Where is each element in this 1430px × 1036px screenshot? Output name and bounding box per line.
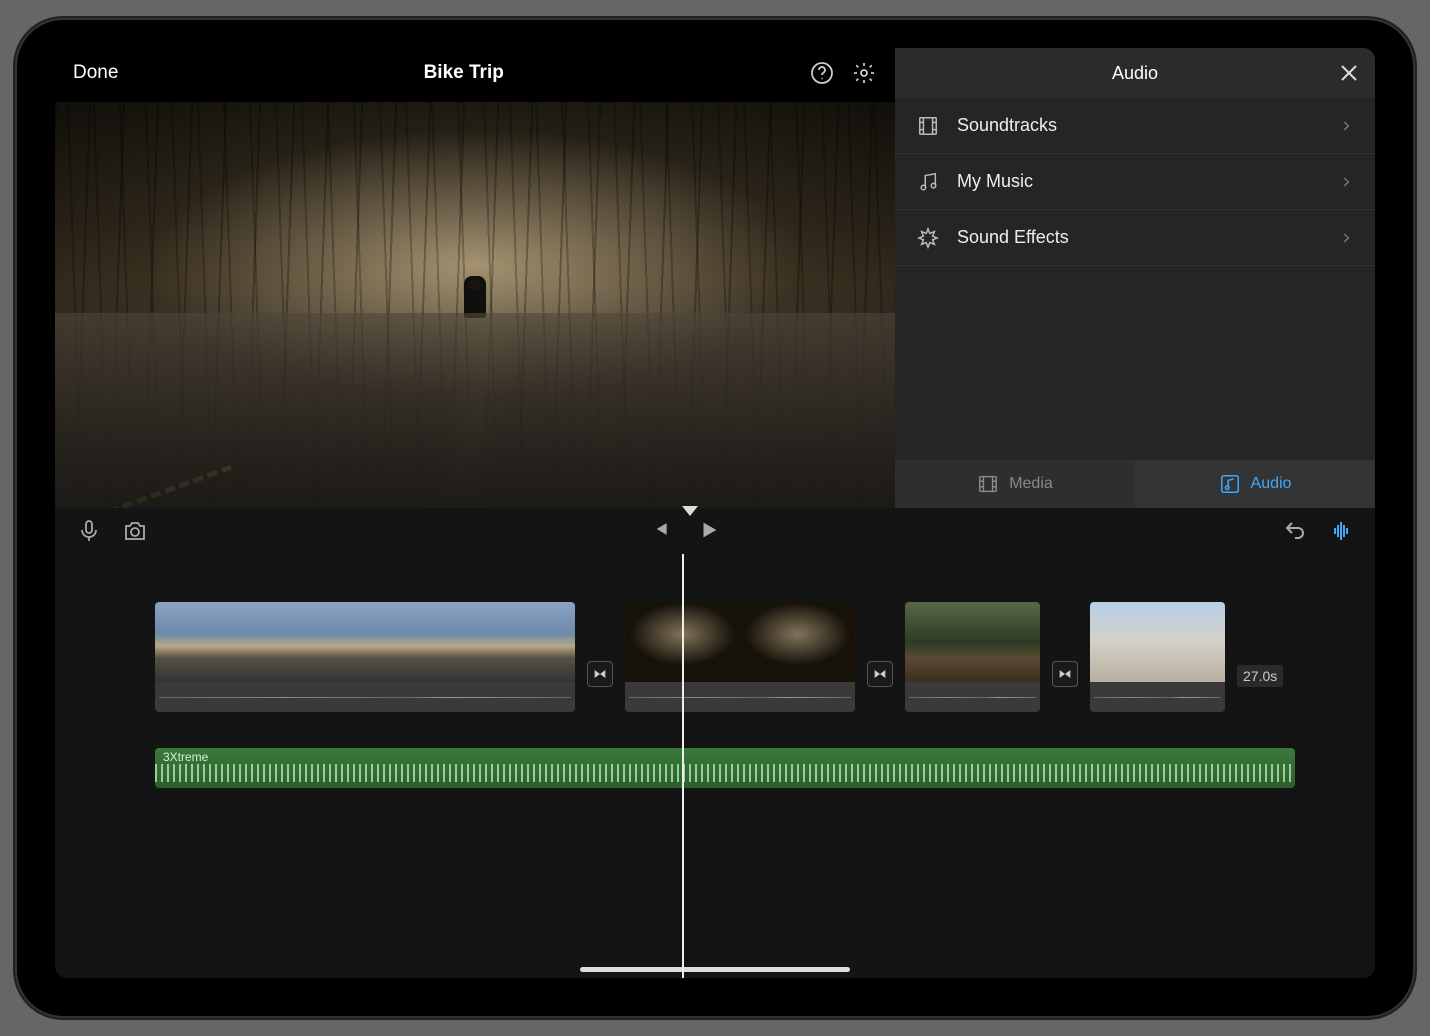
clip-waveform (625, 682, 855, 712)
chevron-right-icon (1339, 119, 1353, 133)
preview-road-marking (108, 465, 232, 508)
waveform-icon[interactable] (1329, 519, 1353, 543)
chevron-right-icon (1339, 231, 1353, 245)
camera-icon[interactable] (123, 519, 147, 543)
tab-audio[interactable]: Audio (1135, 460, 1375, 508)
clip-waveform (155, 682, 575, 712)
timeline[interactable]: 27.0s 3Xtreme (55, 554, 1375, 978)
audio-row-sound-effects[interactable]: Sound Effects (895, 210, 1375, 266)
audio-row-soundtracks[interactable]: Soundtracks (895, 98, 1375, 154)
audio-panel: Audio Soundtracks (895, 48, 1375, 508)
tab-media[interactable]: Media (895, 460, 1135, 508)
audio-track-name: 3Xtreme (163, 750, 208, 764)
ipad-frame: Done Bike Trip Audio (15, 18, 1415, 1018)
video-clip-1[interactable] (155, 602, 575, 712)
clip-waveform (905, 682, 1040, 712)
skip-back-icon[interactable] (650, 519, 674, 543)
done-button[interactable]: Done (73, 62, 118, 84)
preview-subject (464, 276, 486, 318)
chevron-right-icon (1339, 175, 1353, 189)
upper-pane: Done Bike Trip Audio (55, 48, 1375, 508)
playback-controls (650, 519, 722, 543)
home-indicator[interactable] (580, 967, 850, 972)
transition-icon[interactable] (867, 661, 893, 687)
audio-row-label: My Music (957, 171, 1321, 192)
audio-panel-header: Audio (895, 48, 1375, 98)
playhead-marker[interactable] (682, 506, 698, 516)
clip-waveform (1090, 682, 1225, 712)
play-icon[interactable] (698, 519, 722, 543)
gear-icon[interactable] (851, 60, 877, 86)
tab-media-label: Media (1009, 475, 1053, 493)
close-icon[interactable] (1337, 61, 1361, 85)
app-screen: Done Bike Trip Audio (55, 48, 1375, 978)
film-strip-icon (917, 115, 939, 137)
audio-list: Soundtracks My Music (895, 98, 1375, 460)
help-icon[interactable] (809, 60, 835, 86)
audio-track-waveform (155, 764, 1295, 782)
timeline-toolbar (55, 508, 1375, 554)
audio-panel-tabs: Media Audio (895, 460, 1375, 508)
transition-icon[interactable] (587, 661, 613, 687)
video-clip-4[interactable] (1090, 602, 1225, 712)
video-track: 27.0s (55, 602, 1375, 720)
video-preview[interactable] (55, 102, 895, 508)
microphone-icon[interactable] (77, 519, 101, 543)
project-title: Bike Trip (134, 62, 793, 84)
video-clip-3[interactable] (905, 602, 1040, 712)
music-note-icon (917, 171, 939, 193)
undo-icon[interactable] (1283, 519, 1307, 543)
playhead-line[interactable] (682, 554, 684, 978)
transition-icon[interactable] (1052, 661, 1078, 687)
audio-panel-title: Audio (933, 63, 1337, 84)
tab-audio-label: Audio (1251, 475, 1292, 493)
video-clip-2[interactable] (625, 602, 855, 712)
burst-icon (917, 227, 939, 249)
preview-pane: Done Bike Trip (55, 48, 895, 508)
audio-row-label: Sound Effects (957, 227, 1321, 248)
audio-track[interactable]: 3Xtreme (155, 748, 1295, 788)
preview-header: Done Bike Trip (55, 48, 895, 98)
audio-row-my-music[interactable]: My Music (895, 154, 1375, 210)
audio-row-label: Soundtracks (957, 115, 1321, 136)
project-duration: 27.0s (1237, 665, 1283, 687)
